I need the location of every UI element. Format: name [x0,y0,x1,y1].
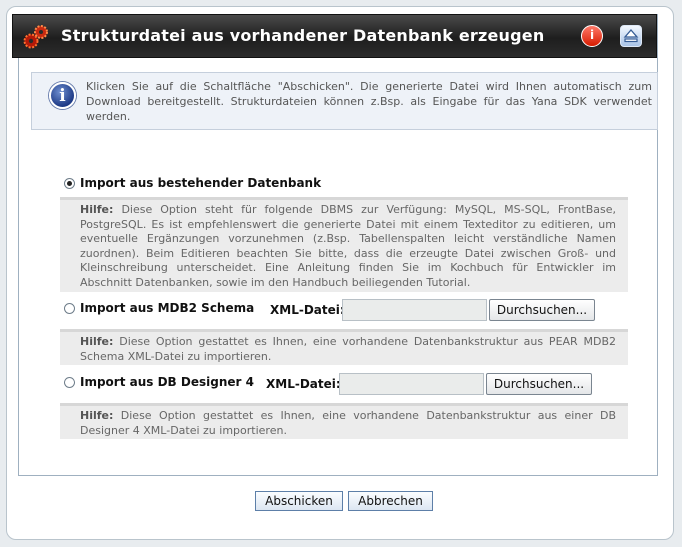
hint-label: Hilfe: [80,203,114,216]
xml-file-label: XML-Datei: [266,377,341,391]
info-text: Klicken Sie auf die Schaltfläche "Abschi… [86,80,652,123]
gears-icon [23,25,48,49]
xml-file-label: XML-Datei: [270,303,345,317]
hint-label: Hilfe: [80,409,114,422]
hint-db-designer: Hilfe: Diese Option gestattet es Ihnen, … [60,403,628,439]
hint-mdb2-schema: Hilfe: Diese Option gestattet es Ihnen, … [60,329,628,365]
dbdesigner-browse-button[interactable]: Durchsuchen... [486,373,592,395]
radio-db-designer[interactable] [64,376,75,388]
radio-mdb2-schema[interactable] [64,302,75,314]
up-arrow-icon [623,29,639,43]
option-label: Import aus MDB2 Schema [80,301,255,315]
help-icon: i [589,28,595,42]
option-existing-database[interactable]: Import aus bestehender Datenbank [64,176,321,196]
info-icon: i [49,82,76,109]
info-box: i Klicken Sie auf die Schaltfläche "Absc… [31,72,658,130]
hint-text: Diese Option gestattet es Ihnen, eine vo… [80,335,616,363]
dbdesigner-file-input[interactable] [339,373,484,395]
option-db-designer[interactable]: Import aus DB Designer 4 [64,375,254,395]
submit-button[interactable]: Abschicken [255,491,343,511]
title-bar: Strukturdatei aus vorhandener Datenbank … [12,14,657,58]
hint-text: Diese Option steht für folgende DBMS zur… [80,203,616,289]
cancel-button[interactable]: Abbrechen [348,491,433,511]
mdb2-file-input[interactable] [342,299,487,321]
help-button[interactable]: i [581,25,603,47]
option-mdb2-schema[interactable]: Import aus MDB2 Schema [64,301,254,321]
hint-text: Diese Option gestattet es Ihnen, eine vo… [80,409,617,437]
hint-existing-database: Hilfe: Diese Option steht für folgende D… [60,197,628,292]
mdb2-browse-button[interactable]: Durchsuchen... [489,299,595,321]
option-label: Import aus DB Designer 4 [80,375,254,389]
option-label: Import aus bestehender Datenbank [80,176,322,190]
eject-up-icon[interactable] [620,25,642,47]
radio-existing-database[interactable] [64,177,75,189]
hint-label: Hilfe: [80,335,114,348]
page-title: Strukturdatei aus vorhandener Datenbank … [61,26,545,45]
